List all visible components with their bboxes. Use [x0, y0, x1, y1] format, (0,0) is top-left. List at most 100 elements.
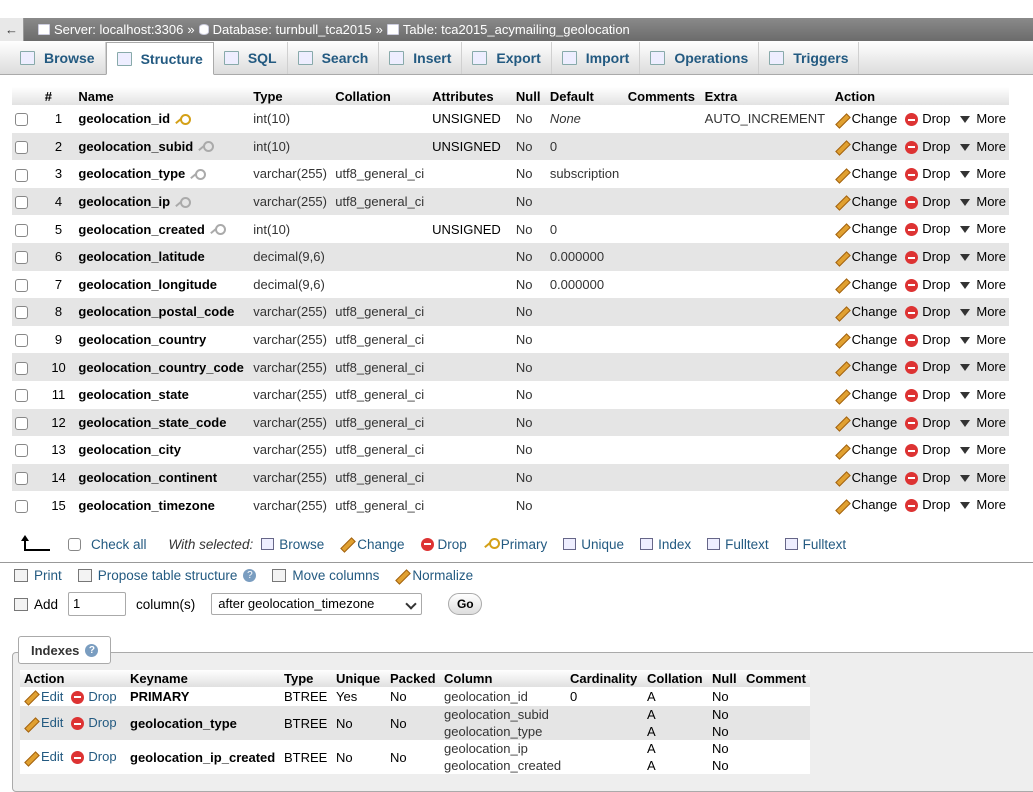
bulk-action-label[interactable]: Change [357, 537, 404, 552]
drop-label[interactable]: Drop [922, 166, 950, 181]
more-dropdown[interactable]: More [956, 497, 1006, 512]
indexes-title[interactable]: Indexes [31, 643, 79, 658]
tab-label[interactable]: Export [496, 50, 540, 66]
row-checkbox[interactable] [15, 251, 28, 265]
drop-link[interactable]: Drop [905, 470, 950, 485]
row-checkbox[interactable] [15, 499, 28, 513]
edit-index-link[interactable]: Edit [24, 689, 63, 704]
column-name[interactable]: geolocation_subid [78, 139, 193, 154]
drop-label[interactable]: Drop [922, 359, 950, 374]
change-label[interactable]: Change [852, 497, 898, 512]
row-checkbox[interactable] [15, 389, 28, 403]
change-label[interactable]: Change [852, 415, 898, 430]
row-checkbox[interactable] [15, 444, 28, 458]
change-label[interactable]: Change [852, 442, 898, 457]
column-name[interactable]: geolocation_id [78, 111, 170, 126]
print-link[interactable]: Print [14, 568, 62, 583]
drop-link[interactable]: Drop [905, 442, 950, 458]
move-columns-label[interactable]: Move columns [292, 568, 379, 583]
row-checkbox[interactable] [15, 196, 28, 210]
change-link[interactable]: Change [835, 442, 898, 457]
drop-label[interactable]: Drop [88, 689, 116, 704]
drop-link[interactable]: Drop [905, 277, 950, 292]
drop-index-link[interactable]: Drop [71, 749, 117, 765]
bulk-primary-button[interactable]: Primary [483, 537, 548, 552]
bulk-action-label[interactable]: Drop [438, 537, 467, 552]
change-link[interactable]: Change [835, 111, 898, 126]
row-checkbox[interactable] [15, 168, 28, 182]
breadcrumb-database-label[interactable]: Database: turnbull_tca2015 [213, 22, 372, 37]
more-label[interactable]: More [976, 111, 1006, 126]
edit-index-link[interactable]: Edit [24, 749, 63, 764]
print-label[interactable]: Print [34, 568, 62, 583]
row-checkbox[interactable] [15, 223, 28, 237]
header-null[interactable]: Null [512, 87, 547, 105]
more-dropdown[interactable]: More [956, 194, 1006, 209]
drop-link[interactable]: Drop [905, 332, 950, 347]
bulk-action-label[interactable]: Primary [501, 537, 548, 552]
change-label[interactable]: Change [852, 194, 898, 209]
change-link[interactable]: Change [835, 359, 898, 374]
change-label[interactable]: Change [852, 221, 898, 236]
change-label[interactable]: Change [852, 304, 898, 319]
add-count-input[interactable]: 1 [68, 592, 127, 616]
normalize-label[interactable]: Normalize [412, 568, 473, 583]
row-checkbox[interactable] [15, 306, 28, 320]
indexes-legend[interactable]: Indexes ? [18, 636, 112, 664]
tab-label[interactable]: Structure [141, 51, 203, 67]
drop-label[interactable]: Drop [922, 304, 950, 319]
column-name[interactable]: geolocation_city [78, 442, 181, 457]
header-name[interactable]: Name [75, 87, 251, 105]
change-link[interactable]: Change [835, 221, 898, 236]
drop-label[interactable]: Drop [922, 221, 950, 236]
bulk-action-label[interactable]: Unique [581, 537, 624, 552]
normalize-link[interactable]: Normalize [395, 568, 473, 583]
more-dropdown[interactable]: More [956, 332, 1006, 347]
column-name[interactable]: geolocation_timezone [78, 498, 215, 513]
row-checkbox[interactable] [15, 278, 28, 292]
edit-label[interactable]: Edit [41, 749, 63, 764]
column-name[interactable]: geolocation_ip [78, 194, 170, 209]
change-label[interactable]: Change [852, 139, 898, 154]
change-label[interactable]: Change [852, 166, 898, 181]
bulk-fulltext-button[interactable]: Fulltext [784, 537, 846, 552]
change-label[interactable]: Change [852, 277, 898, 292]
edit-index-link[interactable]: Edit [24, 715, 63, 730]
tab-triggers[interactable]: Triggers [759, 42, 860, 74]
drop-index-link[interactable]: Drop [71, 715, 117, 731]
propose-structure-link[interactable]: Propose table structure ? [77, 568, 257, 583]
breadcrumb-table[interactable]: Table: tca2015_acymailing_geolocation [386, 22, 630, 37]
drop-label[interactable]: Drop [922, 497, 950, 512]
go-button[interactable]: Go [448, 593, 483, 615]
tab-search[interactable]: Search [288, 42, 380, 74]
more-label[interactable]: More [976, 442, 1006, 457]
breadcrumb-server-label[interactable]: Server: localhost:3306 [54, 22, 183, 37]
drop-label[interactable]: Drop [88, 749, 116, 764]
check-all-label[interactable]: Check all [91, 537, 147, 552]
edit-label[interactable]: Edit [41, 715, 63, 730]
more-label[interactable]: More [976, 139, 1006, 154]
help-icon[interactable]: ? [85, 643, 99, 657]
more-dropdown[interactable]: More [956, 359, 1006, 374]
change-label[interactable]: Change [852, 111, 898, 126]
more-label[interactable]: More [976, 249, 1006, 264]
more-label[interactable]: More [976, 304, 1006, 319]
row-checkbox[interactable] [15, 416, 28, 430]
change-link[interactable]: Change [835, 139, 898, 154]
more-label[interactable]: More [976, 470, 1006, 485]
more-dropdown[interactable]: More [956, 249, 1006, 264]
bulk-action-label[interactable]: Browse [279, 537, 324, 552]
header-type[interactable]: Type [250, 87, 333, 105]
header-attributes[interactable]: Attributes [429, 87, 513, 105]
back-arrow-icon[interactable]: ← [0, 18, 24, 41]
more-label[interactable]: More [976, 415, 1006, 430]
edit-label[interactable]: Edit [41, 689, 63, 704]
breadcrumb-table-label[interactable]: Table: tca2015_acymailing_geolocation [403, 22, 630, 37]
column-name[interactable]: geolocation_longitude [78, 277, 217, 292]
drop-link[interactable]: Drop [905, 415, 950, 430]
header-collation[interactable]: Collation [332, 87, 430, 105]
column-name[interactable]: geolocation_country [78, 332, 206, 347]
change-link[interactable]: Change [835, 497, 898, 512]
row-checkbox[interactable] [15, 472, 28, 486]
more-dropdown[interactable]: More [956, 221, 1006, 236]
